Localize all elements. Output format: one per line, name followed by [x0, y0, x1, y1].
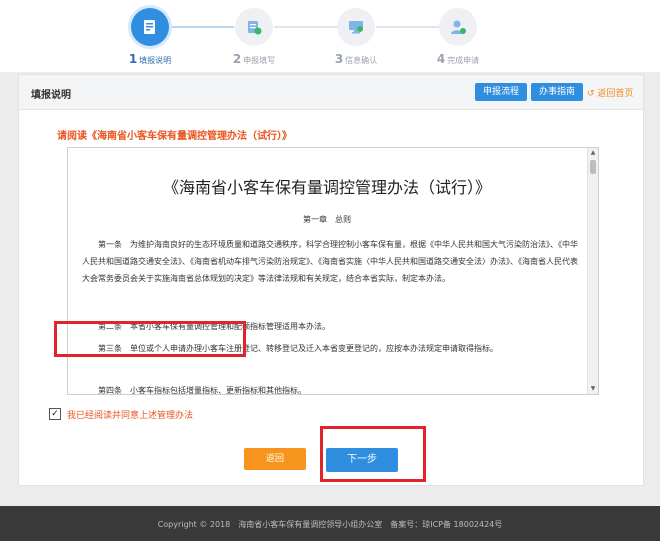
regulation-document[interactable]: 《海南省小客车保有量调控管理办法（试行）》 第一章 总则 第一条 为维护海南良好…: [67, 147, 599, 395]
agree-label[interactable]: 我已经阅读并同意上述管理办法: [67, 408, 193, 421]
user-check-icon: [439, 8, 477, 46]
article-paragraph: 第四条 小客车指标包括增量指标、更新指标和其他指标。: [98, 386, 306, 395]
back-home-link[interactable]: ↺ 返回首页: [587, 86, 633, 99]
next-button[interactable]: 下一步: [326, 448, 398, 472]
panel-title: 填报说明: [31, 90, 71, 101]
step-label: 填报说明: [139, 56, 172, 65]
read-notice-title: 请阅读《海南省小客车保有量调控管理办法（试行）》: [57, 131, 292, 142]
step-application-fill: 2 申报填写: [204, 8, 304, 66]
monitor-icon: [337, 8, 375, 46]
scroll-down-icon[interactable]: ▼: [588, 384, 598, 394]
process-button[interactable]: 申报流程: [475, 83, 528, 101]
step-info-confirm: 3 信息确认: [306, 8, 406, 66]
back-button[interactable]: 返回: [244, 448, 306, 470]
guide-button[interactable]: 办事指南: [531, 83, 584, 101]
step-label: 完成申请: [447, 56, 480, 65]
document-scrollbar[interactable]: ▲ ▼: [587, 148, 598, 394]
scroll-up-icon[interactable]: ▲: [588, 148, 598, 158]
instructions-panel: 填报说明 申报流程 办事指南 ↺ 返回首页 请阅读《海南省小客车保有量调控管理办…: [18, 74, 644, 486]
agree-highlight: [54, 321, 246, 357]
scroll-thumb[interactable]: [590, 160, 596, 174]
document-title: 《海南省小客车保有量调控管理办法（试行）》: [162, 178, 491, 197]
page-footer: Copyright © 2018 海南省小客车保有量调控领导小组办公室 备案号：…: [0, 506, 660, 541]
chapter-heading: 第一章 总则: [303, 215, 351, 224]
return-arrow-icon: ↺: [587, 89, 595, 99]
progress-steps: 1 填报说明 2 申报填写 3 信息确认 4 完成申请: [0, 0, 660, 72]
step-complete: 4 完成申请: [408, 8, 508, 66]
edit-form-icon: [235, 8, 273, 46]
article-paragraph: 第一条 为维护海南良好的生态环境质量和道路交通秩序，科学合理控制小客车保有量，根…: [82, 240, 578, 283]
agree-checkbox[interactable]: ✓: [49, 408, 61, 420]
footer-copyright: Copyright © 2018 海南省小客车保有量调控领导小组办公室 备案号：…: [157, 520, 503, 529]
step-label: 申报填写: [243, 56, 276, 65]
document-icon: [131, 8, 169, 46]
step-fill-instructions: 1 填报说明: [100, 8, 200, 66]
panel-header: 填报说明 申报流程 办事指南 ↺ 返回首页: [19, 75, 643, 110]
step-label: 信息确认: [345, 56, 378, 65]
